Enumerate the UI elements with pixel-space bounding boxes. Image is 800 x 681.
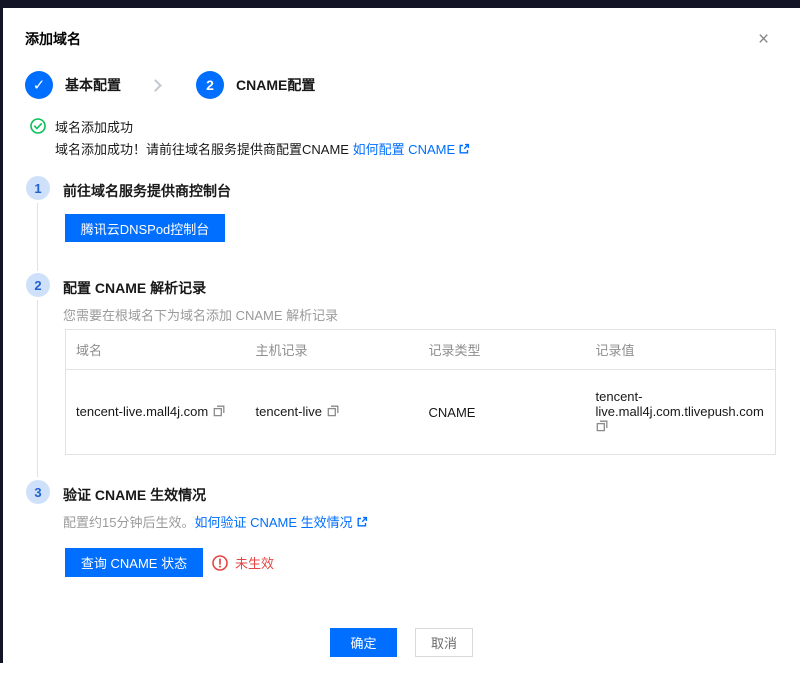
column-header-domain: 域名 bbox=[66, 330, 246, 370]
section-2-number: 2 bbox=[26, 273, 50, 297]
record-value: tencent-live.mall4j.com.tlivepush.com bbox=[596, 389, 764, 419]
section-2-hint: 您需要在根域名下为域名添加 CNAME 解析记录 bbox=[63, 305, 338, 324]
column-header-host-record: 主机记录 bbox=[246, 330, 419, 370]
success-check-circle-icon bbox=[30, 118, 46, 134]
step-connector-line bbox=[37, 203, 38, 271]
query-cname-status-button[interactable]: 查询 CNAME 状态 bbox=[65, 548, 203, 577]
wizard-step-label: 基本配置 bbox=[65, 75, 121, 95]
section-1-number: 1 bbox=[26, 176, 50, 200]
background-page-top-edge bbox=[0, 0, 800, 8]
exclamation-circle-icon bbox=[212, 555, 228, 571]
wizard-step-cname-config[interactable]: 2 CNAME配置 bbox=[196, 71, 315, 99]
step-connector-line bbox=[37, 300, 38, 477]
cell-domain: tencent-live.mall4j.com bbox=[66, 370, 246, 455]
close-icon[interactable]: × bbox=[758, 30, 769, 49]
copy-icon[interactable] bbox=[327, 405, 339, 420]
dnspod-console-button[interactable]: 腾讯云DNSPod控制台 bbox=[65, 214, 225, 242]
check-icon: ✓ bbox=[33, 76, 46, 94]
host-record-value: tencent-live bbox=[256, 404, 322, 419]
how-to-configure-cname-link[interactable]: 如何配置 CNAME bbox=[353, 142, 456, 157]
dialog-title: 添加域名 bbox=[25, 29, 81, 49]
how-to-verify-cname-link[interactable]: 如何验证 CNAME 生效情况 bbox=[194, 515, 352, 530]
cancel-button[interactable]: 取消 bbox=[415, 628, 473, 657]
section-3-title: 验证 CNAME 生效情况 bbox=[63, 485, 206, 505]
domain-value: tencent-live.mall4j.com bbox=[76, 404, 208, 419]
record-type-value: CNAME bbox=[429, 405, 476, 420]
cell-record-value: tencent-live.mall4j.com.tlivepush.com bbox=[586, 370, 776, 455]
external-link-icon bbox=[458, 143, 470, 158]
wizard-step-basic-config[interactable]: ✓ 基本配置 bbox=[25, 71, 121, 99]
alert-message: 域名添加成功！请前往域名服务提供商配置CNAME 如何配置 CNAME bbox=[55, 139, 470, 158]
column-header-record-type: 记录类型 bbox=[419, 330, 586, 370]
wizard-step-label: CNAME配置 bbox=[236, 75, 315, 95]
effective-time-text: 配置约15分钟后生效。 bbox=[63, 515, 194, 530]
cell-record-type: CNAME bbox=[419, 370, 586, 455]
column-header-record-value: 记录值 bbox=[586, 330, 776, 370]
status-badge: 未生效 bbox=[212, 553, 274, 572]
table-row: tencent-live.mall4j.com tencent-live CNA… bbox=[66, 370, 776, 455]
alert-message-text: 域名添加成功！请前往域名服务提供商配置CNAME bbox=[55, 142, 353, 157]
step-done-circle: ✓ bbox=[25, 71, 53, 99]
section-3-hint: 配置约15分钟后生效。如何验证 CNAME 生效情况 bbox=[63, 512, 368, 531]
status-text: 未生效 bbox=[235, 553, 274, 572]
background-page-left-edge bbox=[0, 8, 3, 663]
alert-title: 域名添加成功 bbox=[55, 117, 133, 136]
table-header-row: 域名 主机记录 记录类型 记录值 bbox=[66, 330, 776, 370]
section-2-title: 配置 CNAME 解析记录 bbox=[63, 278, 206, 298]
copy-icon[interactable] bbox=[596, 420, 608, 435]
confirm-button[interactable]: 确定 bbox=[330, 628, 397, 657]
cname-records-table: 域名 主机记录 记录类型 记录值 tencent-live.mall4j.com… bbox=[65, 329, 776, 455]
external-link-icon bbox=[356, 516, 368, 531]
cell-host-record: tencent-live bbox=[246, 370, 419, 455]
wizard-steps: ✓ 基本配置 2 CNAME配置 bbox=[25, 71, 315, 99]
section-1-title: 前往域名服务提供商控制台 bbox=[63, 181, 231, 201]
copy-icon[interactable] bbox=[213, 405, 225, 420]
section-3-number: 3 bbox=[26, 480, 50, 504]
chevron-right-icon bbox=[149, 79, 162, 92]
step-number-circle: 2 bbox=[196, 71, 224, 99]
